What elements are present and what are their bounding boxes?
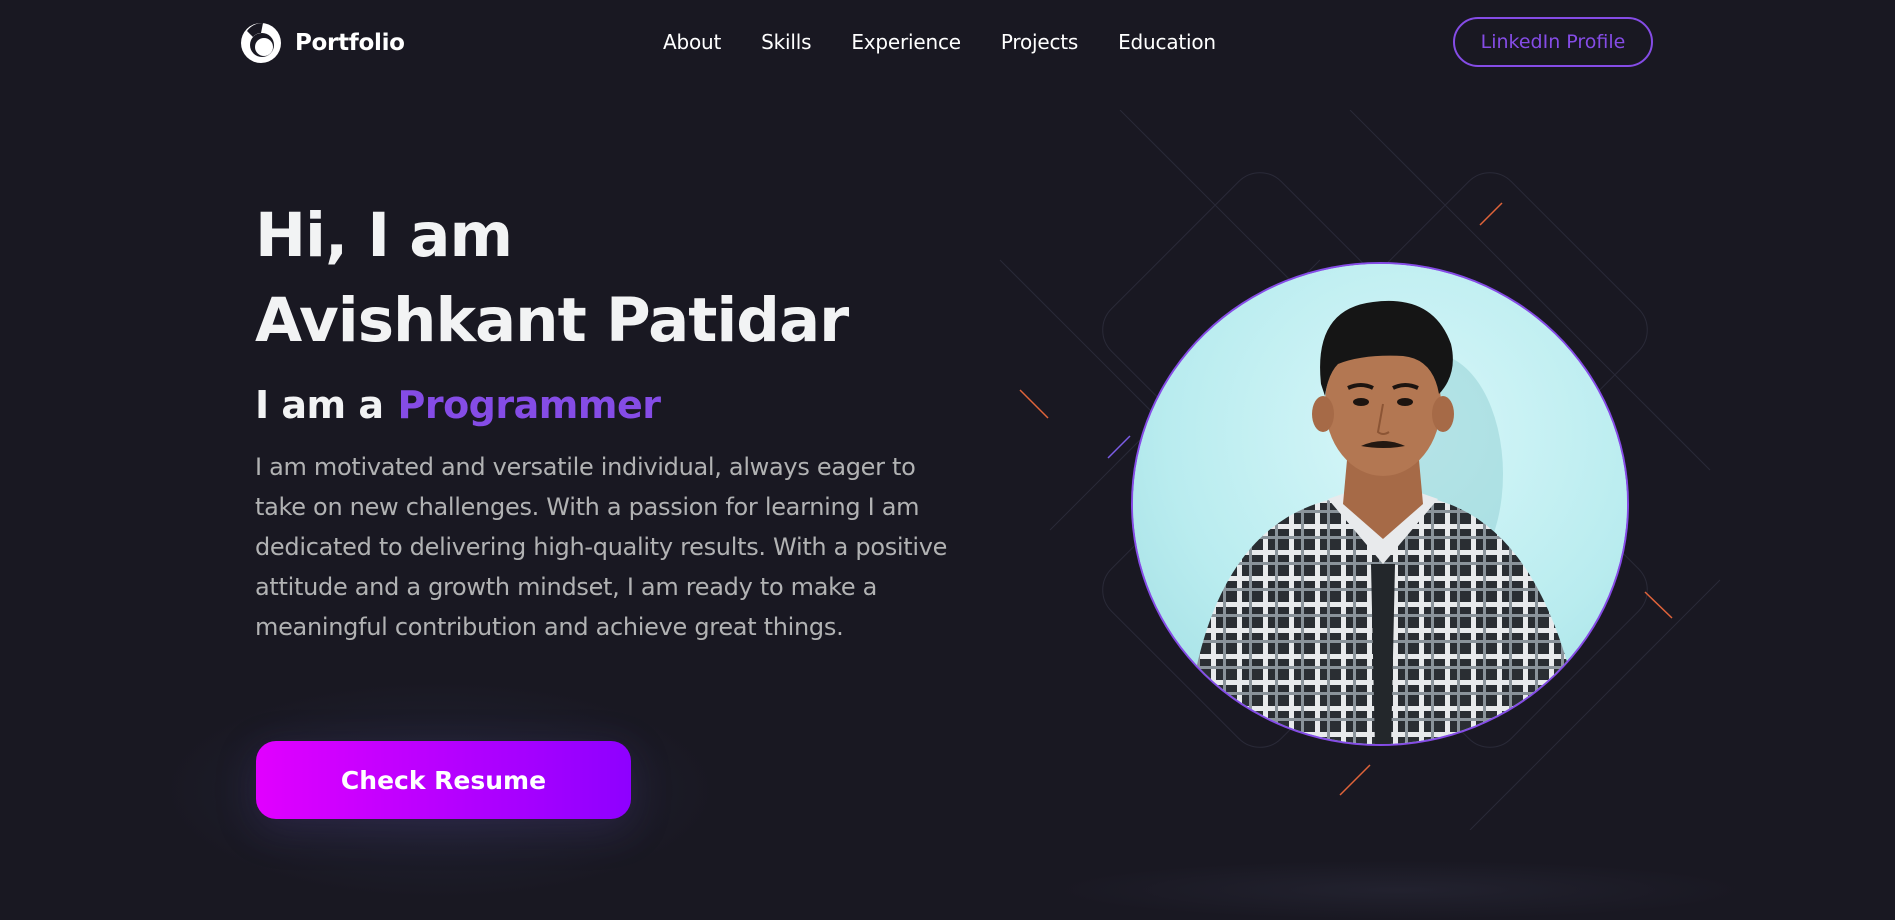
navbar: Portfolio About Skills Experience Projec… [0, 0, 1895, 86]
role-line: I am a Programmer [255, 380, 661, 430]
profile-photo [1131, 262, 1629, 746]
nav-link-education[interactable]: Education [1118, 30, 1216, 54]
logo-text: Portfolio [295, 30, 405, 56]
nav-links: About Skills Experience Projects Educati… [663, 30, 1216, 54]
check-resume-button[interactable]: Check Resume [256, 741, 631, 819]
portfolio-logo-icon [239, 21, 283, 65]
logo[interactable]: Portfolio [239, 21, 405, 65]
nav-link-experience[interactable]: Experience [851, 30, 961, 54]
nav-link-about[interactable]: About [663, 30, 721, 54]
role-prefix: I am a [255, 383, 384, 427]
role-typewriter: Programmer [397, 383, 661, 427]
nav-link-projects[interactable]: Projects [1001, 30, 1078, 54]
nav-link-skills[interactable]: Skills [761, 30, 811, 54]
bottom-fade [1050, 860, 1750, 920]
hero-description: I am motivated and versatile individual,… [255, 453, 948, 641]
linkedin-profile-button[interactable]: LinkedIn Profile [1453, 17, 1653, 67]
hero-greeting: Hi, I am [255, 200, 513, 271]
hero-name: Avishkant Patidar [255, 285, 849, 356]
